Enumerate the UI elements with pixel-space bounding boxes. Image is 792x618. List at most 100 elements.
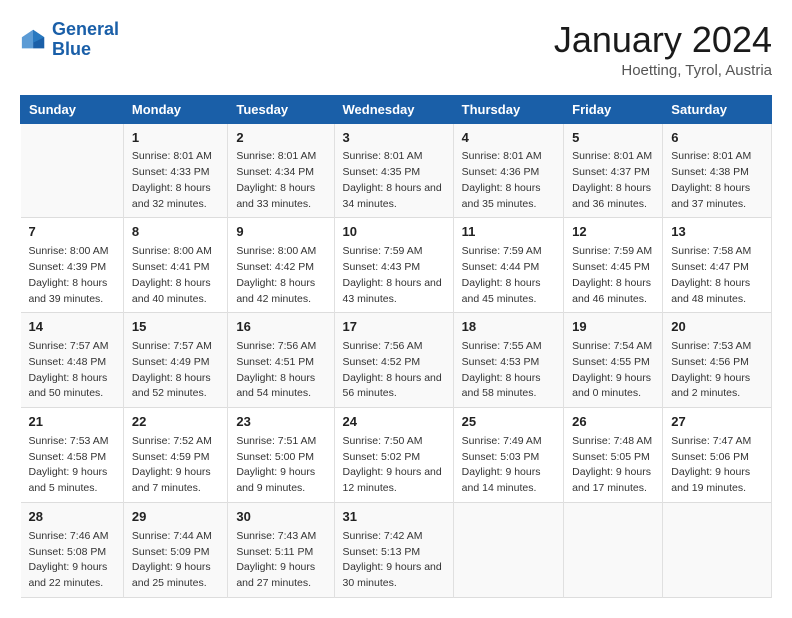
cell-w3-d4: 17 Sunrise: 7:56 AMSunset: 4:52 PMDayligh… xyxy=(334,313,453,408)
page-header: General Blue January 2024 Hoetting, Tyro… xyxy=(20,20,772,79)
day-info-w5-d4: Sunrise: 7:42 AMSunset: 5:13 PMDaylight:… xyxy=(343,529,445,592)
day-info-w1-d6: Sunrise: 8:01 AMSunset: 4:37 PMDaylight:… xyxy=(572,149,654,212)
day-number-w5-d1: 28 xyxy=(29,508,115,527)
day-info-w5-d3: Sunrise: 7:43 AMSunset: 5:11 PMDaylight:… xyxy=(236,529,325,592)
day-info-w4-d3: Sunrise: 7:51 AMSunset: 5:00 PMDaylight:… xyxy=(236,434,325,497)
day-number-w3-d6: 19 xyxy=(572,318,654,337)
week-row-2: 7 Sunrise: 8:00 AMSunset: 4:39 PMDaylight… xyxy=(21,218,772,313)
calendar-title: January 2024 xyxy=(554,20,772,60)
cell-w2-d3: 9Sunrise: 8:00 AMSunset: 4:42 PMDaylight… xyxy=(228,218,334,313)
cell-w4-d3: 23 Sunrise: 7:51 AMSunset: 5:00 PMDayligh… xyxy=(228,408,334,503)
day-info-w2-d2: Sunrise: 8:00 AMSunset: 4:41 PMDaylight:… xyxy=(132,244,219,307)
cell-w5-d6 xyxy=(564,502,663,597)
cell-w4-d5: 25Sunrise: 7:49 AMSunset: 5:03 PMDayligh… xyxy=(453,408,563,503)
day-number-w1-d6: 5 xyxy=(572,129,654,148)
day-number-w1-d5: 4 xyxy=(462,129,555,148)
day-number-w2-d2: 8 xyxy=(132,223,219,242)
day-number-w3-d3: 16 xyxy=(236,318,325,337)
day-number-w5-d4: 31 xyxy=(343,508,445,527)
cell-w2-d1: 7 Sunrise: 8:00 AMSunset: 4:39 PMDaylight… xyxy=(21,218,124,313)
logo-text: General xyxy=(52,20,119,40)
day-number-w4-d3: 23 xyxy=(236,413,325,432)
day-number-w2-d6: 12 xyxy=(572,223,654,242)
day-info-w3-d2: Sunrise: 7:57 AMSunset: 4:49 PMDaylight:… xyxy=(132,339,219,402)
day-info-w1-d4: Sunrise: 8:01 AMSunset: 4:35 PMDaylight:… xyxy=(343,149,445,212)
day-number-w4-d1: 21 xyxy=(29,413,115,432)
day-info-w3-d7: Sunrise: 7:53 AMSunset: 4:56 PMDaylight:… xyxy=(671,339,763,402)
day-info-w5-d1: Sunrise: 7:46 AMSunset: 5:08 PMDaylight:… xyxy=(29,529,115,592)
day-number-w4-d2: 22 xyxy=(132,413,219,432)
cell-w3-d2: 15 Sunrise: 7:57 AMSunset: 4:49 PMDayligh… xyxy=(123,313,227,408)
day-info-w4-d7: Sunrise: 7:47 AMSunset: 5:06 PMDaylight:… xyxy=(671,434,763,497)
day-info-w1-d2: Sunrise: 8:01 AMSunset: 4:33 PMDaylight:… xyxy=(132,149,219,212)
calendar-header: Sunday Monday Tuesday Wednesday Thursday… xyxy=(21,95,772,123)
header-wednesday: Wednesday xyxy=(334,95,453,123)
header-friday: Friday xyxy=(564,95,663,123)
calendar-subtitle: Hoetting, Tyrol, Austria xyxy=(554,62,772,79)
logo: General Blue xyxy=(20,20,119,60)
day-info-w2-d7: Sunrise: 7:58 AMSunset: 4:47 PMDaylight:… xyxy=(671,244,763,307)
day-number-w1-d4: 3 xyxy=(343,129,445,148)
day-number-w2-d5: 11 xyxy=(462,223,555,242)
day-info-w1-d7: Sunrise: 8:01 AMSunset: 4:38 PMDaylight:… xyxy=(671,149,763,212)
day-info-w4-d4: Sunrise: 7:50 AMSunset: 5:02 PMDaylight:… xyxy=(343,434,445,497)
day-number-w4-d7: 27 xyxy=(671,413,763,432)
day-number-w3-d2: 15 xyxy=(132,318,219,337)
day-info-w2-d1: Sunrise: 8:00 AMSunset: 4:39 PMDaylight:… xyxy=(29,244,115,307)
cell-w2-d5: 11 Sunrise: 7:59 AMSunset: 4:44 PMDayligh… xyxy=(453,218,563,313)
day-info-w3-d1: Sunrise: 7:57 AMSunset: 4:48 PMDaylight:… xyxy=(29,339,115,402)
day-info-w4-d6: Sunrise: 7:48 AMSunset: 5:05 PMDaylight:… xyxy=(572,434,654,497)
header-monday: Monday xyxy=(123,95,227,123)
day-number-w1-d7: 6 xyxy=(671,129,763,148)
cell-w1-d1 xyxy=(21,123,124,218)
week-row-5: 28 Sunrise: 7:46 AMSunset: 5:08 PMDayligh… xyxy=(21,502,772,597)
day-number-w4-d4: 24 xyxy=(343,413,445,432)
header-saturday: Saturday xyxy=(663,95,772,123)
day-number-w3-d4: 17 xyxy=(343,318,445,337)
cell-w5-d3: 30 Sunrise: 7:43 AMSunset: 5:11 PMDayligh… xyxy=(228,502,334,597)
day-number-w1-d2: 1 xyxy=(132,129,219,148)
day-info-w3-d3: Sunrise: 7:56 AMSunset: 4:51 PMDaylight:… xyxy=(236,339,325,402)
cell-w2-d2: 8 Sunrise: 8:00 AMSunset: 4:41 PMDaylight… xyxy=(123,218,227,313)
cell-w5-d4: 31 Sunrise: 7:42 AMSunset: 5:13 PMDayligh… xyxy=(334,502,453,597)
week-row-4: 21 Sunrise: 7:53 AMSunset: 4:58 PMDayligh… xyxy=(21,408,772,503)
cell-w1-d7: 6Sunrise: 8:01 AMSunset: 4:38 PMDaylight… xyxy=(663,123,772,218)
cell-w2-d6: 12 Sunrise: 7:59 AMSunset: 4:45 PMDayligh… xyxy=(564,218,663,313)
cell-w3-d1: 14Sunrise: 7:57 AMSunset: 4:48 PMDayligh… xyxy=(21,313,124,408)
calendar-body: 1Sunrise: 8:01 AMSunset: 4:33 PMDaylight… xyxy=(21,123,772,597)
cell-w5-d2: 29Sunrise: 7:44 AMSunset: 5:09 PMDayligh… xyxy=(123,502,227,597)
logo-icon xyxy=(20,26,48,54)
logo-blue: Blue xyxy=(52,40,119,60)
title-block: January 2024 Hoetting, Tyrol, Austria xyxy=(554,20,772,79)
calendar-table: Sunday Monday Tuesday Wednesday Thursday… xyxy=(20,95,772,598)
cell-w5-d7 xyxy=(663,502,772,597)
day-info-w2-d6: Sunrise: 7:59 AMSunset: 4:45 PMDaylight:… xyxy=(572,244,654,307)
cell-w3-d7: 20 Sunrise: 7:53 AMSunset: 4:56 PMDayligh… xyxy=(663,313,772,408)
week-row-3: 14Sunrise: 7:57 AMSunset: 4:48 PMDayligh… xyxy=(21,313,772,408)
cell-w4-d1: 21 Sunrise: 7:53 AMSunset: 4:58 PMDayligh… xyxy=(21,408,124,503)
day-number-w3-d7: 20 xyxy=(671,318,763,337)
header-tuesday: Tuesday xyxy=(228,95,334,123)
cell-w2-d7: 13Sunrise: 7:58 AMSunset: 4:47 PMDayligh… xyxy=(663,218,772,313)
cell-w3-d5: 18Sunrise: 7:55 AMSunset: 4:53 PMDayligh… xyxy=(453,313,563,408)
day-info-w4-d1: Sunrise: 7:53 AMSunset: 4:58 PMDaylight:… xyxy=(29,434,115,497)
day-info-w4-d2: Sunrise: 7:52 AMSunset: 4:59 PMDaylight:… xyxy=(132,434,219,497)
day-info-w5-d2: Sunrise: 7:44 AMSunset: 5:09 PMDaylight:… xyxy=(132,529,219,592)
day-number-w2-d1: 7 xyxy=(29,223,115,242)
day-info-w3-d4: Sunrise: 7:56 AMSunset: 4:52 PMDaylight:… xyxy=(343,339,445,402)
cell-w1-d6: 5Sunrise: 8:01 AMSunset: 4:37 PMDaylight… xyxy=(564,123,663,218)
week-row-1: 1Sunrise: 8:01 AMSunset: 4:33 PMDaylight… xyxy=(21,123,772,218)
day-info-w2-d5: Sunrise: 7:59 AMSunset: 4:44 PMDaylight:… xyxy=(462,244,555,307)
cell-w5-d1: 28 Sunrise: 7:46 AMSunset: 5:08 PMDayligh… xyxy=(21,502,124,597)
cell-w5-d5 xyxy=(453,502,563,597)
cell-w2-d4: 10Sunrise: 7:59 AMSunset: 4:43 PMDayligh… xyxy=(334,218,453,313)
day-info-w2-d3: Sunrise: 8:00 AMSunset: 4:42 PMDaylight:… xyxy=(236,244,325,307)
day-number-w2-d4: 10 xyxy=(343,223,445,242)
cell-w3-d3: 16 Sunrise: 7:56 AMSunset: 4:51 PMDayligh… xyxy=(228,313,334,408)
cell-w4-d7: 27 Sunrise: 7:47 AMSunset: 5:06 PMDayligh… xyxy=(663,408,772,503)
header-thursday: Thursday xyxy=(453,95,563,123)
day-number-w4-d5: 25 xyxy=(462,413,555,432)
day-number-w5-d3: 30 xyxy=(236,508,325,527)
cell-w4-d2: 22 Sunrise: 7:52 AMSunset: 4:59 PMDayligh… xyxy=(123,408,227,503)
header-row: Sunday Monday Tuesday Wednesday Thursday… xyxy=(21,95,772,123)
